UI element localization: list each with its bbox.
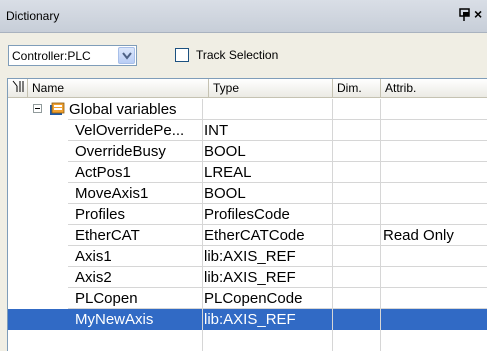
column-divider	[202, 99, 203, 351]
variable-type: lib:AXIS_REF	[204, 269, 296, 286]
row-divider	[68, 308, 487, 309]
table-row[interactable]: Axis1 lib:AXIS_REF	[8, 246, 487, 267]
row-divider	[68, 245, 487, 246]
table-row[interactable]: ActPos1 LREAL	[8, 162, 487, 183]
variable-name: ActPos1	[75, 164, 131, 181]
close-icon[interactable]: ×	[474, 6, 482, 22]
variable-type: EtherCATCode	[204, 227, 305, 244]
variable-name: MyNewAxis	[75, 311, 154, 328]
table-row[interactable]: MyNewAxis lib:AXIS_REF	[8, 309, 487, 330]
column-divider	[380, 99, 381, 351]
table-row[interactable]: EtherCAT EtherCATCode Read Only	[8, 225, 487, 246]
row-divider	[68, 161, 487, 162]
table-header: Name Type Dim. Attrib.	[8, 79, 487, 98]
table-row[interactable]: PLCopen PLCopenCode	[8, 288, 487, 309]
toolbar: Controller:PLC Track Selection	[0, 34, 487, 76]
variable-name: OverrideBusy	[75, 143, 166, 160]
track-selection-checkbox[interactable]	[175, 48, 189, 62]
variable-attrib	[383, 162, 485, 183]
table-row[interactable]: VelOverridePe... INT	[8, 120, 487, 141]
chevron-down-icon	[122, 52, 132, 60]
controller-select[interactable]: Controller:PLC	[8, 45, 137, 66]
variable-attrib	[383, 120, 485, 141]
row-divider	[68, 182, 487, 183]
variable-type: LREAL	[204, 164, 252, 181]
track-selection-label: Track Selection	[196, 48, 279, 62]
collapse-icon[interactable]	[33, 104, 42, 113]
row-divider	[68, 266, 487, 267]
row-divider	[68, 287, 487, 288]
variable-type: lib:AXIS_REF	[204, 311, 296, 328]
pin-icon[interactable]	[458, 7, 472, 23]
column-options-header[interactable]	[8, 79, 28, 97]
variable-name: Profiles	[75, 206, 126, 223]
variable-attrib	[383, 288, 485, 309]
variable-name: VelOverridePe...	[75, 122, 185, 139]
variable-type: PLCopenCode	[204, 290, 303, 307]
variable-type: lib:AXIS_REF	[204, 248, 296, 265]
row-divider	[68, 224, 487, 225]
column-header-type[interactable]: Type	[209, 79, 333, 97]
row-divider	[68, 140, 487, 141]
panel-title: Dictionary	[6, 9, 60, 23]
column-header-dim[interactable]: Dim.	[333, 79, 381, 97]
variable-attrib	[383, 246, 485, 267]
variable-type: BOOL	[204, 143, 246, 160]
table-row[interactable]: Axis2 lib:AXIS_REF	[8, 267, 487, 288]
column-header-attrib[interactable]: Attrib.	[381, 79, 487, 97]
variable-type: INT	[204, 122, 229, 139]
variable-name: PLCopen	[75, 290, 138, 307]
table-row[interactable]: Profiles ProfilesCode	[8, 204, 487, 225]
column-divider	[332, 99, 333, 351]
variable-attrib	[383, 204, 485, 225]
variable-attrib	[383, 267, 485, 288]
dropdown-button[interactable]	[118, 47, 135, 64]
controller-select-value: Controller:PLC	[12, 49, 91, 63]
variable-name: EtherCAT	[75, 227, 140, 244]
variable-type: BOOL	[204, 185, 246, 202]
variable-name: Axis2	[75, 269, 112, 286]
table-row[interactable]: MoveAxis1 BOOL	[8, 183, 487, 204]
row-divider	[68, 119, 487, 120]
group-label: Global variables	[69, 101, 177, 118]
variable-attrib	[383, 141, 485, 162]
title-bar: Dictionary ×	[0, 0, 487, 33]
column-options-icon	[12, 80, 24, 92]
variable-attrib: Read Only	[383, 227, 454, 244]
global-variables-icon	[50, 102, 65, 115]
column-header-name[interactable]: Name	[28, 79, 209, 97]
dictionary-panel: Dictionary × Controller:PLC Track Select…	[0, 0, 487, 351]
table-row[interactable]: OverrideBusy BOOL	[8, 141, 487, 162]
variable-type: ProfilesCode	[204, 206, 290, 223]
variable-attrib	[383, 309, 485, 330]
row-divider	[68, 203, 487, 204]
variable-name: MoveAxis1	[75, 185, 149, 202]
variable-name: Axis1	[75, 248, 112, 265]
group-row-global-variables[interactable]: Global variables	[8, 99, 487, 120]
variable-attrib	[383, 183, 485, 204]
variables-table: Name Type Dim. Attrib. Global variables …	[7, 78, 487, 351]
